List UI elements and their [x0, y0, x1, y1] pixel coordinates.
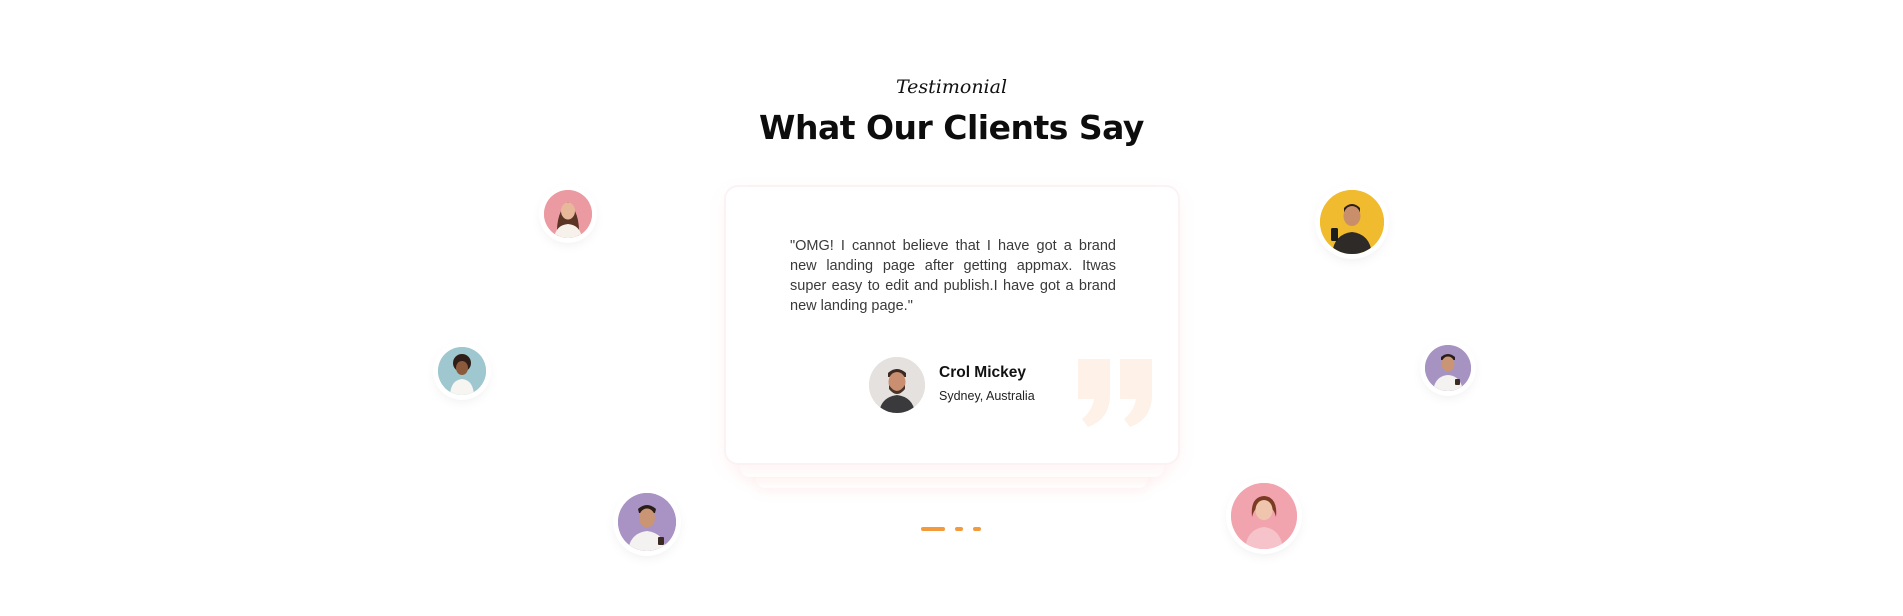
avatar-woman-smiling-image	[1231, 483, 1297, 549]
carousel-dot-3[interactable]	[973, 527, 981, 531]
carousel-dot-2[interactable]	[955, 527, 963, 531]
author-name: Crol Mickey	[939, 364, 1027, 381]
avatar-woman-long-hair-image	[544, 190, 592, 238]
avatar-bearded-man-image	[869, 357, 925, 413]
testimonial-eyebrow: Testimonial	[895, 76, 1008, 98]
client-avatar-4[interactable]	[1320, 190, 1384, 254]
author-avatar	[869, 357, 925, 413]
client-avatar-2[interactable]	[438, 347, 486, 395]
avatar-man-headphones-image	[1320, 190, 1384, 254]
author-location: Sydney, Australia	[939, 389, 1035, 403]
section-title: What Our Clients Say	[759, 108, 1144, 147]
client-avatar-1[interactable]	[544, 190, 592, 238]
client-avatar-3[interactable]	[618, 493, 676, 551]
client-avatar-5[interactable]	[1425, 345, 1471, 391]
carousel-pagination	[921, 527, 981, 531]
testimonial-card: "OMG! I cannot believe that I have got a…	[726, 187, 1178, 463]
avatar-man-cup-image	[1425, 345, 1471, 391]
quote-mark-icon	[1078, 359, 1152, 427]
testimonial-quote: "OMG! I cannot believe that I have got a…	[790, 238, 1116, 314]
carousel-dot-1[interactable]	[921, 527, 945, 531]
client-avatar-6[interactable]	[1231, 483, 1297, 549]
avatar-girl-curly-hair-image	[438, 347, 486, 395]
avatar-man-white-shirt-image	[618, 493, 676, 551]
